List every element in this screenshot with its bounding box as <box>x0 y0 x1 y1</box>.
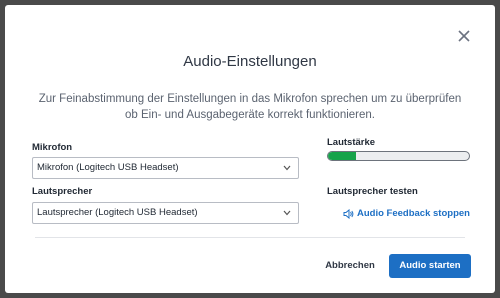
speaker-label: Lautsprecher <box>32 186 93 197</box>
microphone-select[interactable]: Mikrofon (Logitech USB Headset) <box>32 157 299 179</box>
cancel-button[interactable]: Abbrechen <box>323 255 377 277</box>
stop-audio-feedback-link[interactable]: Audio Feedback stoppen <box>343 208 470 219</box>
chevron-down-icon <box>283 165 291 171</box>
dialog-description: Zur Feinabstimmung der Einstellungen in … <box>38 93 462 121</box>
close-icon[interactable] <box>455 27 473 45</box>
audio-settings-dialog: Audio-Einstellungen Zur Feinabstimmung d… <box>5 5 495 293</box>
speaker-select[interactable]: Lautsprecher (Logitech USB Headset) <box>32 202 299 224</box>
stop-audio-feedback-label: Audio Feedback stoppen <box>357 208 470 219</box>
dialog-title: Audio-Einstellungen <box>183 53 317 70</box>
speaker-icon <box>343 208 354 219</box>
divider <box>35 237 465 238</box>
volume-meter-fill <box>328 152 357 160</box>
chevron-down-icon <box>283 210 291 216</box>
microphone-label: Mikrofon <box>32 142 73 153</box>
volume-label: Lautstärke <box>327 137 376 148</box>
volume-meter <box>327 151 470 161</box>
start-audio-button[interactable]: Audio starten <box>389 254 471 278</box>
speaker-test-label: Lautsprecher testen <box>327 186 418 197</box>
microphone-select-value: Mikrofon (Logitech USB Headset) <box>37 162 179 173</box>
speaker-select-value: Lautsprecher (Logitech USB Headset) <box>37 207 198 218</box>
